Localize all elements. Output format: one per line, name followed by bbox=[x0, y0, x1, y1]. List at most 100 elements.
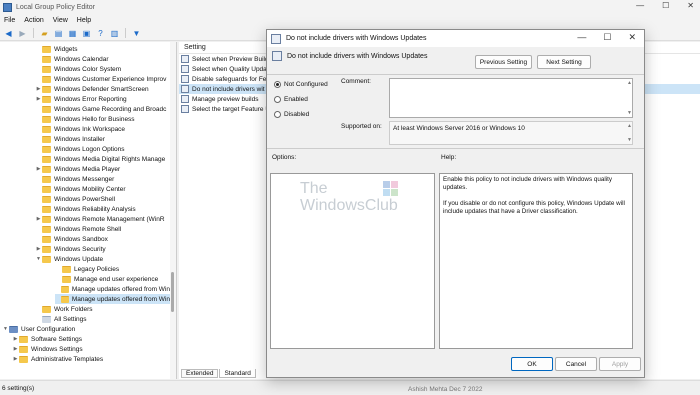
previous-setting-button[interactable]: Previous Setting bbox=[475, 55, 532, 69]
close-icon[interactable]: ✕ bbox=[628, 32, 636, 43]
tree-item[interactable]: Windows Hello for Business bbox=[35, 114, 170, 124]
tree-item-label: Windows Calendar bbox=[54, 55, 109, 63]
help-label: Help: bbox=[441, 154, 457, 161]
tree-scrollbar[interactable] bbox=[170, 42, 176, 379]
window-title: Local Group Policy Editor bbox=[16, 3, 95, 11]
tree-item[interactable]: Windows Reliability Analysis bbox=[35, 204, 170, 214]
help-icon[interactable]: ? bbox=[95, 28, 106, 39]
tree-item[interactable]: Windows Sandbox bbox=[35, 234, 170, 244]
maximize-icon[interactable]: ☐ bbox=[662, 1, 669, 10]
comment-field[interactable]: ▲ ▼ bbox=[389, 78, 633, 118]
tree-item[interactable]: ▼ Windows Update bbox=[35, 254, 170, 264]
chevron-right-icon[interactable]: ▶ bbox=[35, 166, 42, 172]
tab-standard[interactable]: Standard bbox=[219, 369, 256, 378]
back-arrow-icon[interactable]: ◀ bbox=[3, 28, 14, 39]
folder-icon bbox=[42, 185, 51, 193]
show-hide-tree-icon[interactable]: ▤ bbox=[53, 28, 64, 39]
tree-item[interactable]: All Settings bbox=[35, 314, 170, 324]
tree-item[interactable]: Windows Game Recording and Broadc bbox=[35, 104, 170, 114]
tree-item[interactable]: Windows Calendar bbox=[35, 54, 170, 64]
dialog-header-text: Do not include drivers with Windows Upda… bbox=[287, 52, 428, 60]
chevron-right-icon[interactable]: ▼ bbox=[2, 326, 9, 332]
menu-help[interactable]: Help bbox=[77, 17, 91, 24]
tree-item[interactable]: Windows Installer bbox=[35, 134, 170, 144]
tree-item[interactable]: Work Folders bbox=[35, 304, 170, 314]
tree-item[interactable]: ▶ Software Settings bbox=[12, 334, 170, 344]
tree-item[interactable]: ▶ Windows Error Reporting bbox=[35, 94, 170, 104]
forward-arrow-icon[interactable]: ▶ bbox=[17, 28, 28, 39]
close-icon[interactable]: ✕ bbox=[687, 1, 694, 10]
folder-icon bbox=[42, 255, 51, 263]
minimize-icon[interactable]: — bbox=[636, 1, 644, 10]
tree-item[interactable]: Manage end user experience bbox=[55, 274, 170, 284]
setting-row-label: Do not include drivers wit bbox=[192, 85, 265, 93]
supported-scrollbar[interactable]: ▲ ▼ bbox=[626, 122, 632, 144]
minimize-icon[interactable]: — bbox=[577, 32, 586, 43]
tree-item[interactable]: Manage updates offered from Win bbox=[55, 294, 170, 304]
folder-icon bbox=[42, 135, 51, 143]
menu-action[interactable]: Action bbox=[24, 17, 43, 24]
chevron-right-icon[interactable]: ▶ bbox=[35, 216, 42, 222]
tree-item-label: Manage updates offered from Win bbox=[71, 285, 170, 293]
apply-button[interactable]: Apply bbox=[599, 357, 641, 371]
tree-item[interactable]: ▶ Windows Security bbox=[35, 244, 170, 254]
folder-icon bbox=[42, 315, 51, 323]
maximize-icon[interactable]: ☐ bbox=[603, 32, 611, 43]
tree-item[interactable]: Windows Media Digital Rights Manage bbox=[35, 154, 170, 164]
tab-extended[interactable]: Extended bbox=[181, 369, 219, 378]
folder-icon bbox=[42, 55, 51, 63]
tree-item[interactable]: Windows Remote Shell bbox=[35, 224, 170, 234]
tree-item[interactable]: Windows Mobility Center bbox=[35, 184, 170, 194]
export-list-icon[interactable]: ▣ bbox=[81, 28, 92, 39]
tree-item[interactable]: ▼ User Configuration bbox=[2, 324, 170, 334]
folder-icon bbox=[19, 345, 28, 353]
tree-item[interactable]: ▶ Windows Settings bbox=[12, 344, 170, 354]
policy-tree[interactable]: Widgets Windows Calendar Windows Color Sys… bbox=[0, 42, 177, 379]
tree-item-label: Windows Installer bbox=[54, 135, 105, 143]
extended-view-icon[interactable]: ▥ bbox=[109, 28, 120, 39]
radio-disabled[interactable]: Disabled bbox=[274, 111, 309, 118]
next-setting-button[interactable]: Next Setting bbox=[537, 55, 591, 69]
tree-scroll-thumb[interactable] bbox=[171, 272, 174, 312]
tree-item[interactable]: Windows PowerShell bbox=[35, 194, 170, 204]
menu-file[interactable]: File bbox=[4, 17, 15, 24]
comment-scrollbar[interactable]: ▲ ▼ bbox=[626, 79, 632, 117]
cancel-button[interactable]: Cancel bbox=[555, 357, 597, 371]
tree-item[interactable]: Widgets bbox=[35, 44, 170, 54]
radio-enabled[interactable]: Enabled bbox=[274, 96, 308, 103]
radio-not-configured[interactable]: Not Configured bbox=[274, 81, 328, 88]
tree-item[interactable]: ▶ Windows Remote Management (WinR bbox=[35, 214, 170, 224]
folder-icon bbox=[42, 155, 51, 163]
properties-icon[interactable]: ▦ bbox=[67, 28, 78, 39]
chevron-down-icon[interactable]: ▼ bbox=[35, 256, 42, 262]
chevron-right-icon[interactable]: ▶ bbox=[12, 346, 19, 352]
tree-item-label: Windows Messenger bbox=[54, 175, 115, 183]
chevron-right-icon[interactable]: ▶ bbox=[12, 356, 19, 362]
tree-item[interactable]: ▶ Windows Defender SmartScreen bbox=[35, 84, 170, 94]
status-text: 6 setting(s) bbox=[2, 384, 35, 392]
chevron-right-icon[interactable]: ▶ bbox=[35, 96, 42, 102]
tree-item[interactable]: Windows Messenger bbox=[35, 174, 170, 184]
tree-item[interactable]: Manage updates offered from Win bbox=[55, 284, 170, 294]
tree-item[interactable]: Windows Ink Workspace bbox=[35, 124, 170, 134]
folder-icon bbox=[42, 45, 51, 53]
dialog-header: Do not include drivers with Windows Upda… bbox=[272, 51, 427, 61]
tree-item[interactable]: ▶ Administrative Templates bbox=[12, 354, 170, 364]
comment-label: Comment: bbox=[341, 78, 371, 85]
chevron-right-icon[interactable]: ▶ bbox=[12, 336, 19, 342]
chevron-right-icon[interactable]: ▶ bbox=[35, 246, 42, 252]
tree-item[interactable]: Windows Color System bbox=[35, 64, 170, 74]
chevron-right-icon[interactable]: ▶ bbox=[35, 86, 42, 92]
tree-item[interactable]: Windows Logon Options bbox=[35, 144, 170, 154]
ok-button[interactable]: OK bbox=[511, 357, 553, 371]
status-bar: 6 setting(s) Ashish Mehta Dec 7 2022 bbox=[0, 380, 700, 395]
tree-item[interactable]: Legacy Policies bbox=[55, 264, 170, 274]
filter-icon[interactable]: ▼ bbox=[131, 28, 142, 39]
tree-item[interactable]: ▶ Windows Media Player bbox=[35, 164, 170, 174]
folder-icon bbox=[62, 275, 71, 283]
menu-view[interactable]: View bbox=[53, 17, 68, 24]
up-folder-icon[interactable]: ▰ bbox=[39, 28, 50, 39]
tree-item[interactable]: Windows Customer Experience Improv bbox=[35, 74, 170, 84]
folder-icon bbox=[42, 95, 51, 103]
setting-icon bbox=[181, 95, 189, 103]
